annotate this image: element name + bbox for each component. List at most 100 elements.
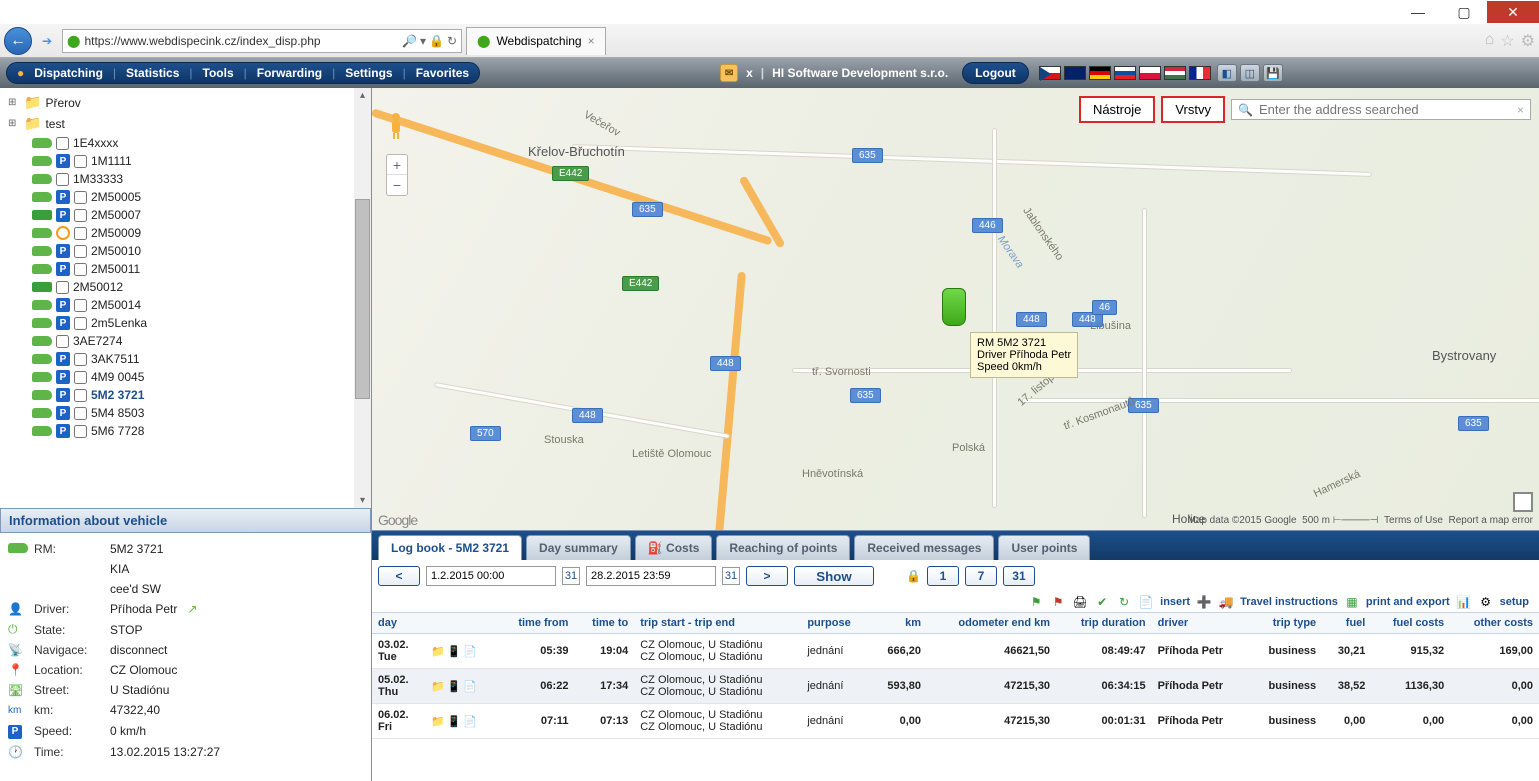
search-icon[interactable]: 🔎: [402, 34, 417, 48]
doc-icon[interactable]: 📄: [463, 714, 477, 728]
vehicle-checkbox[interactable]: [56, 137, 69, 150]
date-from-input[interactable]: [426, 566, 556, 586]
tab-close-button[interactable]: ×: [588, 34, 595, 48]
prev-button[interactable]: <: [378, 566, 420, 586]
vehicle-checkbox[interactable]: [74, 389, 87, 402]
tab-costs[interactable]: ⛽ Costs: [635, 535, 713, 560]
col-duration[interactable]: trip duration: [1056, 613, 1152, 634]
vehicle-tree-item[interactable]: P2M50014: [26, 296, 369, 314]
vehicle-label[interactable]: 2M50014: [91, 298, 141, 312]
vehicle-label[interactable]: 5M6 7728: [91, 424, 144, 438]
tree-scrollbar[interactable]: ▴ ▾: [354, 88, 371, 508]
window-minimize-button[interactable]: —: [1395, 1, 1441, 23]
calendar-icon[interactable]: 31: [722, 567, 740, 585]
table-row[interactable]: 06.02.Fri📁📱📄07:1107:13CZ Olomouc, U Stad…: [372, 704, 1539, 739]
vehicle-label[interactable]: 3AE7274: [73, 334, 122, 348]
folder-icon[interactable]: 📁: [431, 644, 445, 658]
vehicle-checkbox[interactable]: [74, 245, 87, 258]
vehicle-tree-item[interactable]: P2M50011: [26, 260, 369, 278]
tool-layout-icon[interactable]: ◧: [1217, 64, 1237, 82]
flag-gb[interactable]: [1064, 66, 1086, 80]
clear-icon[interactable]: ×: [1517, 103, 1524, 117]
vehicle-tree-item[interactable]: 1E4xxxx: [26, 134, 369, 152]
vehicle-tree-item[interactable]: P3AK7511: [26, 350, 369, 368]
vehicle-tree-item[interactable]: P5M6 7728: [26, 422, 369, 440]
terms-link[interactable]: Terms of Use: [1384, 515, 1443, 526]
tab-logbook[interactable]: Log book - 5M2 3721: [378, 535, 522, 560]
menu-forwarding[interactable]: Forwarding: [257, 66, 322, 80]
vehicle-tree-item[interactable]: 3AE7274: [26, 332, 369, 350]
col-fuel[interactable]: fuel: [1322, 613, 1371, 634]
flag-de[interactable]: [1089, 66, 1111, 80]
vehicle-checkbox[interactable]: [56, 173, 69, 186]
home-icon[interactable]: ⌂: [1485, 31, 1495, 51]
show-button[interactable]: Show: [794, 566, 874, 586]
add-icon[interactable]: ➕: [1196, 594, 1212, 610]
vehicle-label[interactable]: 2M50009: [91, 226, 141, 240]
tool-save-icon[interactable]: 💾: [1263, 64, 1283, 82]
menu-tools[interactable]: Tools: [203, 66, 234, 80]
col-day[interactable]: day: [372, 613, 425, 634]
map-layers-button[interactable]: Vrstvy: [1161, 96, 1225, 123]
vehicle-tree-item[interactable]: P1M1111: [26, 152, 369, 170]
vehicle-checkbox[interactable]: [74, 353, 87, 366]
zoom-in-button[interactable]: +: [387, 155, 407, 175]
calendar-icon[interactable]: 31: [562, 567, 580, 585]
print-export-link[interactable]: print and export: [1366, 596, 1450, 608]
range-31-button[interactable]: 31: [1003, 566, 1035, 586]
vehicle-tree-item[interactable]: P2m5Lenka: [26, 314, 369, 332]
vehicle-checkbox[interactable]: [74, 263, 87, 276]
vehicle-checkbox[interactable]: [74, 425, 87, 438]
phone-icon[interactable]: 📱: [447, 714, 461, 728]
vehicle-label[interactable]: 5M4 8503: [91, 406, 144, 420]
flag-green-icon[interactable]: ⚑: [1028, 594, 1044, 610]
browser-back-button[interactable]: ←: [4, 27, 32, 55]
folder-label[interactable]: Přerov: [45, 96, 80, 110]
vehicle-tree-item[interactable]: P5M4 8503: [26, 404, 369, 422]
date-to-input[interactable]: [586, 566, 716, 586]
vehicle-tree-item[interactable]: P4M9 0045: [26, 368, 369, 386]
mail-icon[interactable]: ✉: [720, 64, 738, 82]
tab-reaching[interactable]: Reaching of points: [716, 535, 850, 560]
vehicle-label[interactable]: 2M50011: [91, 262, 140, 276]
vehicle-label[interactable]: 2M50005: [91, 190, 141, 204]
truck-icon[interactable]: 🚚: [1218, 594, 1234, 610]
doc-icon[interactable]: 📄: [463, 644, 477, 658]
driver-link-icon[interactable]: ↗: [187, 602, 197, 616]
flag-fr[interactable]: [1189, 66, 1211, 80]
vehicle-tree-item[interactable]: 2M50012: [26, 278, 369, 296]
vehicle-label[interactable]: 1M33333: [73, 172, 123, 186]
pegman-icon[interactable]: [386, 112, 406, 140]
col-other-costs[interactable]: other costs: [1450, 613, 1539, 634]
map-search-input[interactable]: [1259, 102, 1511, 117]
col-km[interactable]: km: [870, 613, 927, 634]
col-time-from[interactable]: time from: [497, 613, 574, 634]
map-tools-button[interactable]: Nástroje: [1079, 96, 1155, 123]
scroll-down-icon[interactable]: ▾: [355, 493, 370, 508]
vehicle-checkbox[interactable]: [74, 227, 87, 240]
vehicle-label[interactable]: 3AK7511: [91, 352, 140, 366]
menu-settings[interactable]: Settings: [345, 66, 392, 80]
expand-icon[interactable]: ⊞: [8, 97, 20, 108]
window-maximize-button[interactable]: ▢: [1441, 1, 1487, 23]
favorites-icon[interactable]: ☆: [1500, 31, 1514, 51]
flag-cz[interactable]: [1039, 66, 1061, 80]
expand-icon[interactable]: ⊞: [8, 118, 20, 129]
report-link[interactable]: Report a map error: [1449, 515, 1533, 526]
table-row[interactable]: 05.02.Thu📁📱📄06:2217:34CZ Olomouc, U Stad…: [372, 669, 1539, 704]
flag-sk[interactable]: [1114, 66, 1136, 80]
address-bar[interactable]: ⬤ 🔎▾ 🔒 ↻: [62, 29, 462, 53]
chart-icon[interactable]: 📊: [1456, 594, 1472, 610]
refresh-icon[interactable]: ↻: [1116, 594, 1132, 610]
settings-gear-icon[interactable]: ⚙: [1521, 31, 1535, 51]
url-input[interactable]: [84, 34, 398, 48]
menu-favorites[interactable]: Favorites: [416, 66, 469, 80]
tab-user-points[interactable]: User points: [998, 535, 1090, 560]
vehicle-label[interactable]: 1E4xxxx: [73, 136, 118, 150]
col-driver[interactable]: driver: [1152, 613, 1248, 634]
vehicle-label[interactable]: 5M2 3721: [91, 388, 144, 402]
insert-link[interactable]: insert: [1160, 596, 1190, 608]
vehicle-checkbox[interactable]: [74, 299, 87, 312]
doc-icon[interactable]: 📄: [1138, 594, 1154, 610]
phone-icon[interactable]: 📱: [447, 679, 461, 693]
